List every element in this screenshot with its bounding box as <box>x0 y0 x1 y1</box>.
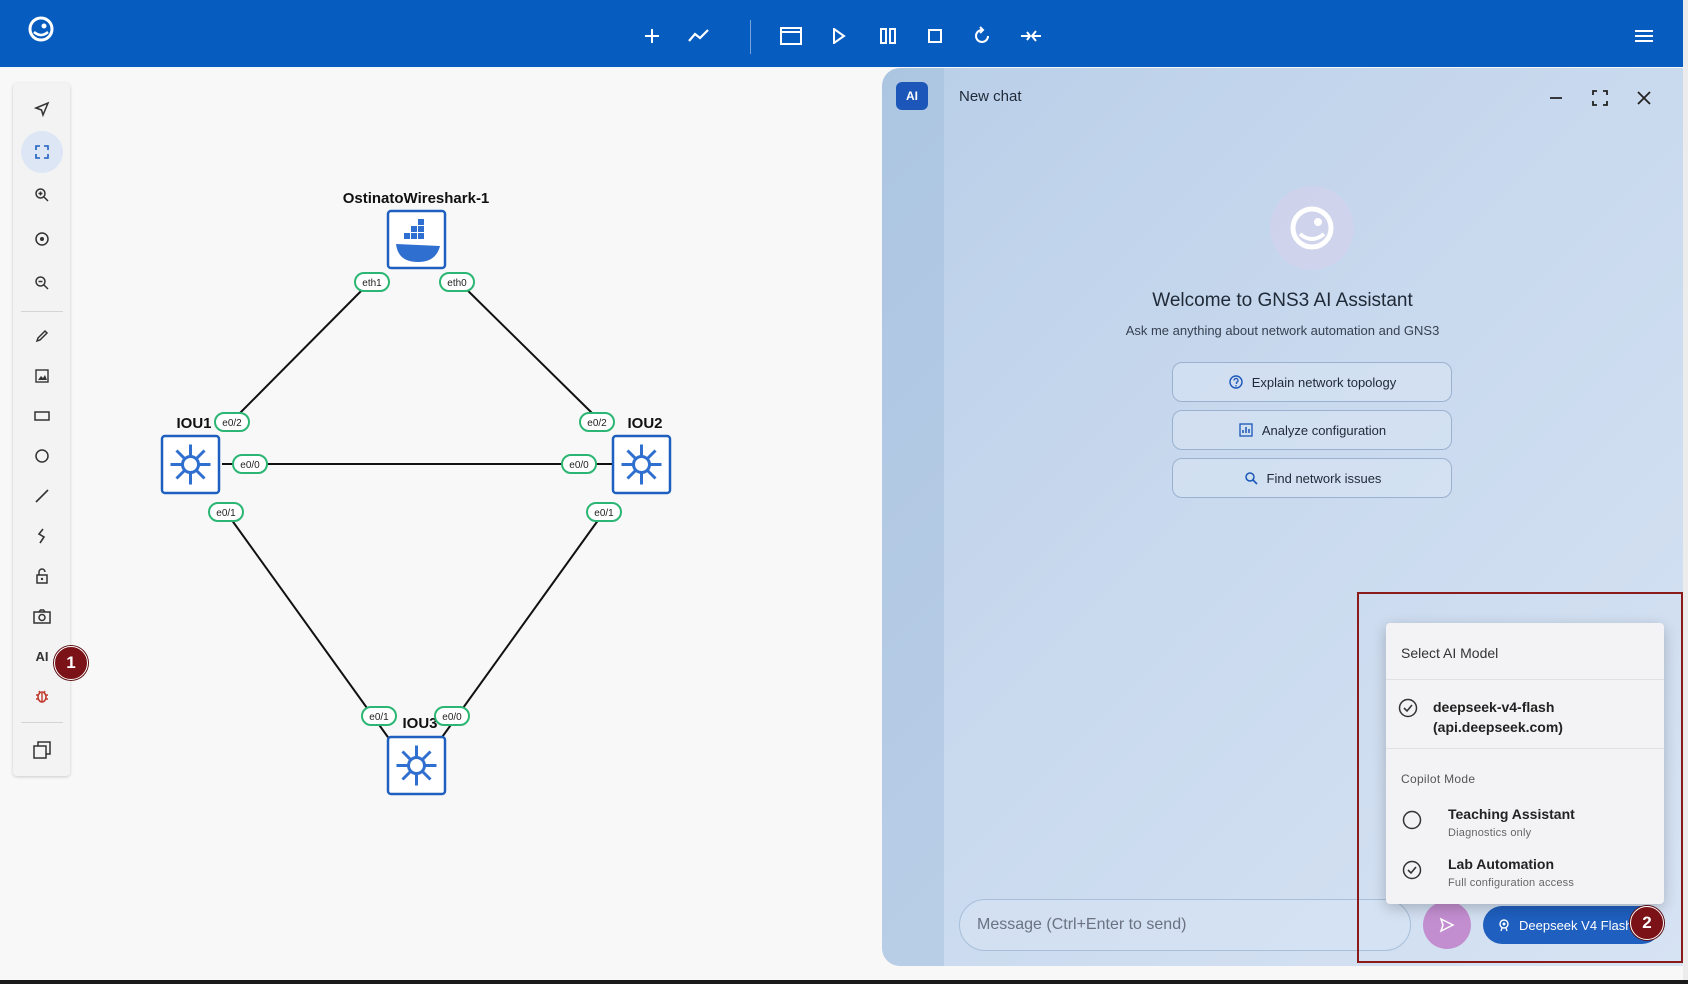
ai-assistant-button[interactable]: AI <box>28 642 56 670</box>
svg-text:e0/2: e0/2 <box>587 418 607 429</box>
radio-empty-icon <box>1401 809 1423 831</box>
port-label: e0/2 <box>579 412 615 432</box>
layers-icon[interactable] <box>28 736 56 764</box>
rectangle-icon[interactable] <box>28 402 56 430</box>
svg-text:e0/2: e0/2 <box>222 418 242 429</box>
port-label: e0/0 <box>561 454 597 474</box>
topology-diagram: OstinatoWireshark-1 IOU1 IOU2 IOU3 eth1 … <box>160 190 672 796</box>
window-bottom-edge <box>0 980 1688 984</box>
node-label: OstinatoWireshark-1 <box>343 190 490 207</box>
toolbar-divider <box>21 311 63 312</box>
zoom-out-icon[interactable] <box>28 269 56 297</box>
model-endpoint: (api.deepseek.com) <box>1433 719 1563 735</box>
suggestion-label: Find network issues <box>1266 470 1382 486</box>
model-name: deepseek-v4-flash <box>1433 699 1555 715</box>
window-edge <box>1683 0 1688 984</box>
chat-side-rail <box>882 68 944 966</box>
node-label: IOU3 <box>402 715 437 732</box>
node-iou1[interactable]: IOU1 <box>160 415 221 495</box>
suggestion-label: Analyze configuration <box>1261 422 1387 438</box>
node-iou3[interactable]: IOU3 <box>386 715 447 796</box>
screenshot-camera-icon[interactable] <box>28 602 56 630</box>
port-label: eth0 <box>439 272 475 292</box>
suggestion-analyze-configuration[interactable]: Analyze configuration <box>1172 410 1452 450</box>
svg-text:e0/1: e0/1 <box>216 508 236 519</box>
node-iou2[interactable]: IOU2 <box>611 415 672 495</box>
svg-text:e0/1: e0/1 <box>594 508 614 519</box>
message-input[interactable] <box>959 899 1411 951</box>
link-docker-iou1 <box>239 279 373 414</box>
svg-text:e0/1: e0/1 <box>369 712 389 723</box>
node-label: IOU1 <box>176 415 211 432</box>
help-circle-icon <box>1228 374 1244 390</box>
fit-to-screen-icon[interactable] <box>21 131 63 173</box>
select-pointer-icon[interactable] <box>28 95 56 123</box>
mode-subtitle: Full configuration access <box>1448 877 1575 889</box>
svg-text:e0/0: e0/0 <box>240 460 260 471</box>
annotation-badge-2: 2 <box>1630 906 1664 940</box>
port-label: e0/1 <box>586 502 622 522</box>
minimize-icon[interactable] <box>1544 86 1568 110</box>
copilot-mode-label: Copilot Mode <box>1401 772 1476 786</box>
reset-zoom-icon[interactable] <box>28 225 56 253</box>
mode-title: Lab Automation <box>1448 856 1555 872</box>
port-label: e0/0 <box>434 706 470 726</box>
port-labels: eth1 eth0 e0/2 e0/0 e0/1 e0/2 e0/0 e0/1 … <box>208 272 622 726</box>
menu-divider <box>1386 679 1664 680</box>
link-docker-iou2 <box>456 279 593 414</box>
node-label: IOU2 <box>627 415 662 432</box>
port-label: e0/1 <box>208 502 244 522</box>
toolbar-divider <box>21 722 63 723</box>
curve-link-icon[interactable] <box>28 522 56 550</box>
port-label: e0/1 <box>361 706 397 726</box>
welcome-subtitle: Ask me anything about network automation… <box>1125 323 1440 338</box>
model-select-menu: Select AI Model deepseek-v4-flash (api.d… <box>1386 623 1664 904</box>
menu-header: Select AI Model <box>1401 645 1499 661</box>
assistant-logo-icon <box>1270 186 1354 270</box>
node-ostinatowireshark[interactable]: OstinatoWireshark-1 <box>343 190 490 270</box>
reset-links-icon[interactable] <box>1017 22 1045 50</box>
port-label: e0/0 <box>232 454 268 474</box>
check-circle-icon <box>1401 859 1423 881</box>
ai-chip[interactable]: AI <box>896 82 928 110</box>
suggestion-find-issues[interactable]: Find network issues <box>1172 458 1452 498</box>
fullscreen-icon[interactable] <box>1588 86 1612 110</box>
port-label: e0/2 <box>214 412 250 432</box>
debug-bug-icon[interactable] <box>28 682 56 710</box>
ai-label: AI <box>35 648 49 664</box>
link-iou2-iou3 <box>439 511 605 741</box>
lock-icon[interactable] <box>28 562 56 590</box>
menu-icon[interactable] <box>1630 22 1658 50</box>
reload-all-icon[interactable] <box>968 22 996 50</box>
analytics-icon <box>1238 422 1254 438</box>
mode-title: Teaching Assistant <box>1448 806 1575 822</box>
mode-subtitle: Diagnostics only <box>1448 827 1532 839</box>
svg-text:eth0: eth0 <box>447 278 467 289</box>
menu-divider <box>1386 748 1664 749</box>
suggestion-explain-topology[interactable]: Explain network topology <box>1172 362 1452 402</box>
port-label: eth1 <box>354 272 390 292</box>
line-icon[interactable] <box>28 482 56 510</box>
welcome-title: Welcome to GNS3 AI Assistant <box>1152 290 1413 311</box>
svg-text:e0/0: e0/0 <box>442 712 462 723</box>
ellipse-icon[interactable] <box>28 442 56 470</box>
draw-pencil-icon[interactable] <box>28 322 56 350</box>
suggestion-label: Explain network topology <box>1251 374 1397 390</box>
insert-image-icon[interactable] <box>28 362 56 390</box>
annotation-badge-1: 1 <box>54 646 88 680</box>
svg-text:e0/0: e0/0 <box>569 460 589 471</box>
stop-all-icon[interactable] <box>921 22 949 50</box>
close-icon[interactable] <box>1632 86 1656 110</box>
zoom-in-icon[interactable] <box>28 181 56 209</box>
check-circle-icon <box>1397 697 1419 719</box>
svg-text:eth1: eth1 <box>362 278 382 289</box>
chat-title: New chat <box>959 88 1022 105</box>
search-icon <box>1243 470 1259 486</box>
link-iou1-iou3 <box>225 511 391 741</box>
